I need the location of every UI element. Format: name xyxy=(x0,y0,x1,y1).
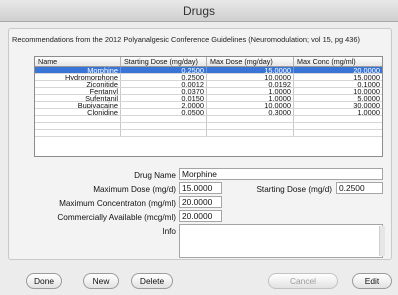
delete-button[interactable]: Delete xyxy=(131,273,173,289)
empty-row xyxy=(35,116,382,123)
cell-max-conc: 1.0000 xyxy=(357,109,380,115)
cancel-button[interactable]: Cancel xyxy=(268,273,338,289)
cell-max-conc: 10.0000 xyxy=(353,88,380,94)
table-row[interactable]: Clonidine 0.0500 0.3000 1.0000 xyxy=(35,109,382,116)
cell-max-dose: 10.0000 xyxy=(207,74,294,80)
cell-name: Ziconitide xyxy=(35,81,121,87)
table-row[interactable]: Morphine 0.2500 15.0000 20.0000 xyxy=(35,67,382,74)
cell-name: Sufentanil xyxy=(35,95,121,101)
info-label: Info xyxy=(162,227,176,236)
column-header-max-dose[interactable]: Max Dose (mg/day) xyxy=(207,57,294,66)
info-scrollbar[interactable] xyxy=(379,226,385,256)
cell-max-conc: 20.0000 xyxy=(353,67,380,73)
cell-name: Morphine xyxy=(35,67,121,73)
done-button[interactable]: Done xyxy=(26,273,62,289)
cell-max-conc: 0.1000 xyxy=(357,81,380,87)
info-textarea[interactable] xyxy=(179,224,383,258)
new-button[interactable]: New xyxy=(83,273,119,289)
empty-row xyxy=(35,123,382,130)
cell-max-dose: 1.0000 xyxy=(207,95,294,101)
window-title: Drugs xyxy=(182,4,215,18)
cell-name: Clonidine xyxy=(35,109,121,115)
empty-row xyxy=(35,130,382,137)
max-conc-label: Maximum Concentraton (mg/ml) xyxy=(59,199,176,208)
title-bar[interactable]: Drugs xyxy=(0,0,398,22)
commercial-field[interactable] xyxy=(179,210,222,222)
table-row[interactable]: Sufentanil 0.0150 1.0000 5.0000 xyxy=(35,95,382,102)
cell-name: Hydromorphone xyxy=(35,74,121,80)
max-dose-field[interactable] xyxy=(179,182,222,194)
cell-max-dose: 1.0000 xyxy=(207,88,294,94)
cell-max-dose: 10.0000 xyxy=(207,102,294,108)
edit-button[interactable]: Edit xyxy=(352,273,392,289)
cell-max-conc: 5.0000 xyxy=(357,95,380,101)
cell-name: Bupivacaine xyxy=(35,102,121,108)
starting-dose-field[interactable] xyxy=(336,182,383,194)
table-row[interactable]: Ziconitide 0.0012 0.0192 0.1000 xyxy=(35,81,382,88)
cell-starting-dose: 0.2500 xyxy=(121,74,207,80)
cell-max-conc: 15.0000 xyxy=(353,74,380,80)
drug-name-label: Drug Name xyxy=(134,171,176,180)
cell-starting-dose: 2.0000 xyxy=(121,102,207,108)
column-header-name[interactable]: Name xyxy=(35,57,121,66)
starting-dose-label: Starting Dose (mg/d) xyxy=(256,185,332,194)
guidelines-caption: Recommendations from the 2012 Polyanalge… xyxy=(12,35,360,44)
cell-max-dose: 0.3000 xyxy=(207,109,294,115)
cell-max-conc: 30.0000 xyxy=(353,102,380,108)
max-conc-field[interactable] xyxy=(179,196,222,208)
cell-starting-dose: 0.0150 xyxy=(121,95,207,101)
cell-starting-dose: 0.2500 xyxy=(121,67,207,73)
commercial-label: Commercially Available (mcg/ml) xyxy=(57,213,176,222)
drugs-table[interactable]: Name Starting Dose (mg/day) Max Dose (mg… xyxy=(34,56,383,157)
table-header: Name Starting Dose (mg/day) Max Dose (mg… xyxy=(35,57,382,67)
column-header-max-conc[interactable]: Max Conc (mg/ml) xyxy=(294,57,382,66)
table-row[interactable]: Hydromorphone 0.2500 10.0000 15.0000 xyxy=(35,74,382,81)
table-row[interactable]: Bupivacaine 2.0000 10.0000 30.0000 xyxy=(35,102,382,109)
column-header-starting-dose[interactable]: Starting Dose (mg/day) xyxy=(121,57,207,66)
table-body: Morphine 0.2500 15.0000 20.0000 Hydromorphon… xyxy=(35,67,382,116)
cell-max-dose: 0.0192 xyxy=(207,81,294,87)
cell-name: Fentanyl xyxy=(35,88,121,94)
cell-starting-dose: 0.0500 xyxy=(121,109,207,115)
cell-starting-dose: 0.0012 xyxy=(121,81,207,87)
cell-max-dose: 15.0000 xyxy=(207,67,294,73)
max-dose-label: Maximum Dose (mg/d) xyxy=(93,185,176,194)
cell-starting-dose: 0.0370 xyxy=(121,88,207,94)
table-row[interactable]: Fentanyl 0.0370 1.0000 10.0000 xyxy=(35,88,382,95)
drug-name-field[interactable] xyxy=(179,168,383,180)
